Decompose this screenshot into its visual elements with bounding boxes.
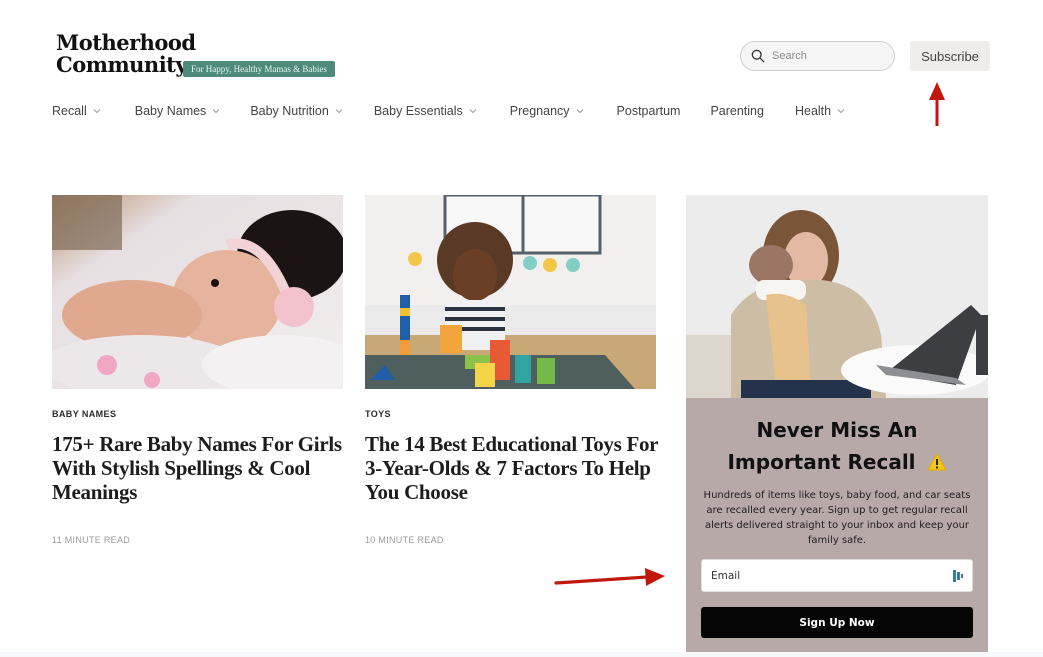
mother-holding-baby-laptop-photo: [686, 195, 988, 398]
search-box[interactable]: [740, 41, 895, 71]
nav-label: Pregnancy: [509, 104, 570, 118]
autofill-extension-icon[interactable]: [953, 569, 963, 582]
annotation-arrow-up-icon: [929, 82, 945, 126]
baby-with-headband-photo[interactable]: [52, 195, 343, 389]
nav-label: Baby Essentials: [373, 104, 463, 118]
signup-description: Hundreds of items like toys, baby food, …: [703, 490, 971, 546]
article-read-time: 11 MINUTE READ: [52, 535, 131, 545]
article-category[interactable]: TOYS: [365, 409, 656, 419]
chevron-down-icon: [212, 109, 220, 114]
warning-icon: [927, 448, 947, 471]
chevron-down-icon: [335, 109, 343, 114]
chevron-down-icon: [93, 109, 101, 114]
nav-item-pregnancy[interactable]: Pregnancy: [510, 104, 584, 118]
nav-item-health[interactable]: Health: [795, 104, 845, 118]
chevron-down-icon: [469, 109, 477, 114]
chevron-down-icon: [837, 109, 845, 114]
recall-signup-widget: Never Miss An Important Recall Hundreds …: [686, 195, 988, 652]
article-card[interactable]: TOYS The 14 Best Educational Toys For 3-…: [365, 195, 658, 545]
email-field-wrapper[interactable]: [701, 559, 973, 592]
nav-item-baby-names[interactable]: Baby Names: [135, 104, 221, 118]
logo-tagline: For Happy, Healthy Mamas & Babies: [183, 61, 335, 77]
article-title[interactable]: 175+ Rare Baby Names For Girls With Styl…: [52, 432, 352, 504]
nav-label: Postpartum: [616, 104, 681, 118]
page-bottom-edge: [0, 652, 1043, 657]
site-logo[interactable]: Motherhood Community For Happy, Healthy …: [53, 32, 341, 80]
search-input[interactable]: [772, 50, 882, 62]
logo-wordmark: Motherhood Community: [56, 32, 196, 76]
search-icon: [751, 49, 765, 63]
nav-label: Baby Names: [134, 104, 207, 118]
sign-up-button[interactable]: Sign Up Now: [701, 607, 973, 638]
signup-title: Never Miss An Important Recall: [686, 414, 988, 478]
chevron-down-icon: [576, 109, 583, 114]
nav-item-baby-nutrition[interactable]: Baby Nutrition: [250, 104, 343, 118]
nav-item-baby-essentials[interactable]: Baby Essentials: [374, 104, 477, 118]
email-field[interactable]: [711, 569, 953, 582]
child-playing-blocks-photo[interactable]: [365, 195, 656, 389]
nav-label: Baby Nutrition: [250, 104, 329, 118]
article-category[interactable]: BABY NAMES: [52, 409, 343, 419]
signup-title-text: Never Miss An Important Recall: [727, 418, 918, 474]
nav-item-recall[interactable]: Recall: [52, 104, 101, 118]
subscribe-button[interactable]: Subscribe: [910, 41, 990, 71]
annotation-arrow-right-icon: [554, 568, 665, 586]
nav-label: Health: [794, 104, 832, 118]
logo-line-1: Motherhood: [56, 30, 196, 55]
nav-label: Recall: [52, 104, 87, 118]
main-nav: Recall Baby Names Baby Nutrition Baby Es…: [52, 104, 845, 118]
article-title[interactable]: The 14 Best Educational Toys For 3-Year-…: [365, 432, 663, 504]
article-card[interactable]: BABY NAMES 175+ Rare Baby Names For Girl…: [52, 195, 343, 545]
nav-item-postpartum[interactable]: Postpartum: [617, 104, 681, 118]
logo-line-2: Community: [56, 52, 188, 77]
nav-item-parenting[interactable]: Parenting: [710, 104, 764, 118]
nav-label: Parenting: [710, 104, 764, 118]
article-read-time: 10 MINUTE READ: [365, 535, 444, 545]
